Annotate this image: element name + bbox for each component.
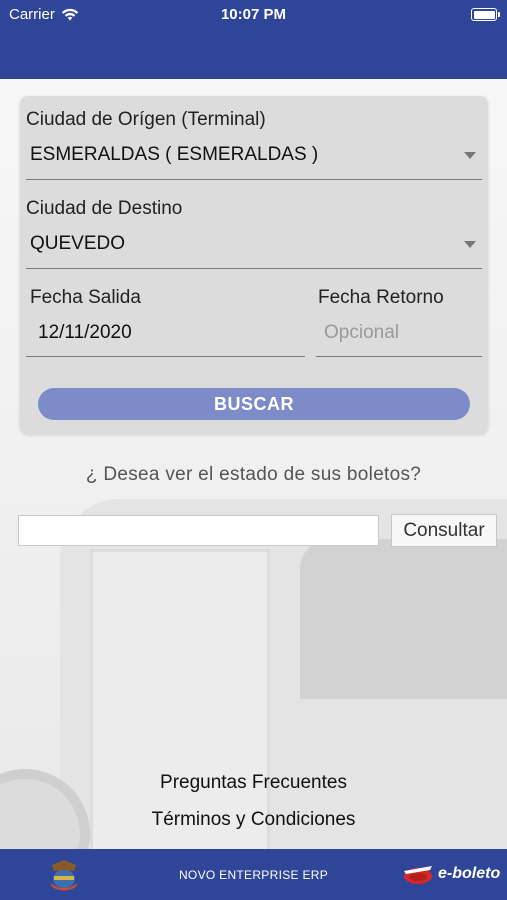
departure-date-value: 12/11/2020	[38, 322, 132, 343]
search-form-card: Ciudad de Orígen (Terminal) ESMERALDAS (…	[20, 96, 488, 434]
return-date-label: Fecha Retorno	[318, 287, 444, 308]
e-boleto-logo: e-boleto	[402, 861, 500, 887]
battery-icon	[471, 8, 500, 21]
status-time: 10:07 PM	[220, 6, 287, 23]
origin-select[interactable]: ESMERALDAS ( ESMERALDAS )	[26, 140, 484, 180]
return-date-placeholder: Opcional	[324, 322, 399, 343]
dropdown-arrow-icon	[464, 152, 476, 159]
return-underline	[316, 356, 482, 357]
destination-value: QUEVEDO	[30, 233, 126, 254]
destination-select[interactable]: QUEVEDO	[26, 229, 484, 269]
e-boleto-mark-icon	[404, 866, 432, 884]
origin-underline	[26, 179, 482, 180]
origin-label: Ciudad de Orígen (Terminal)	[26, 109, 266, 130]
terms-link[interactable]: Términos y Condiciones	[0, 809, 507, 831]
bus-door-shape	[90, 549, 270, 849]
destination-label: Ciudad de Destino	[26, 198, 183, 219]
destination-underline	[26, 268, 482, 269]
consult-button[interactable]: Consultar	[391, 514, 497, 547]
departure-date-label: Fecha Salida	[30, 287, 141, 308]
faq-link[interactable]: Preguntas Frecuentes	[0, 772, 507, 794]
bus-window-shape	[300, 539, 507, 699]
departure-underline	[26, 356, 305, 357]
origin-value: ESMERALDAS ( ESMERALDAS )	[30, 144, 319, 165]
search-button[interactable]: BUSCAR	[38, 388, 470, 420]
e-boleto-text: e-boleto	[438, 865, 501, 882]
status-bar: Carrier 10:07 PM	[0, 0, 507, 30]
ticket-status-question: ¿ Desea ver el estado de sus boletos?	[85, 464, 422, 485]
dropdown-arrow-icon	[464, 241, 476, 248]
departure-date-field[interactable]: 12/11/2020	[26, 318, 306, 356]
ticket-number-input[interactable]	[18, 515, 379, 546]
app-header: Carrier 10:07 PM	[0, 0, 507, 79]
return-date-field[interactable]: Opcional	[316, 318, 482, 356]
footer-bar: NOVO ENTERPRISE ERP e-boleto	[0, 849, 507, 900]
